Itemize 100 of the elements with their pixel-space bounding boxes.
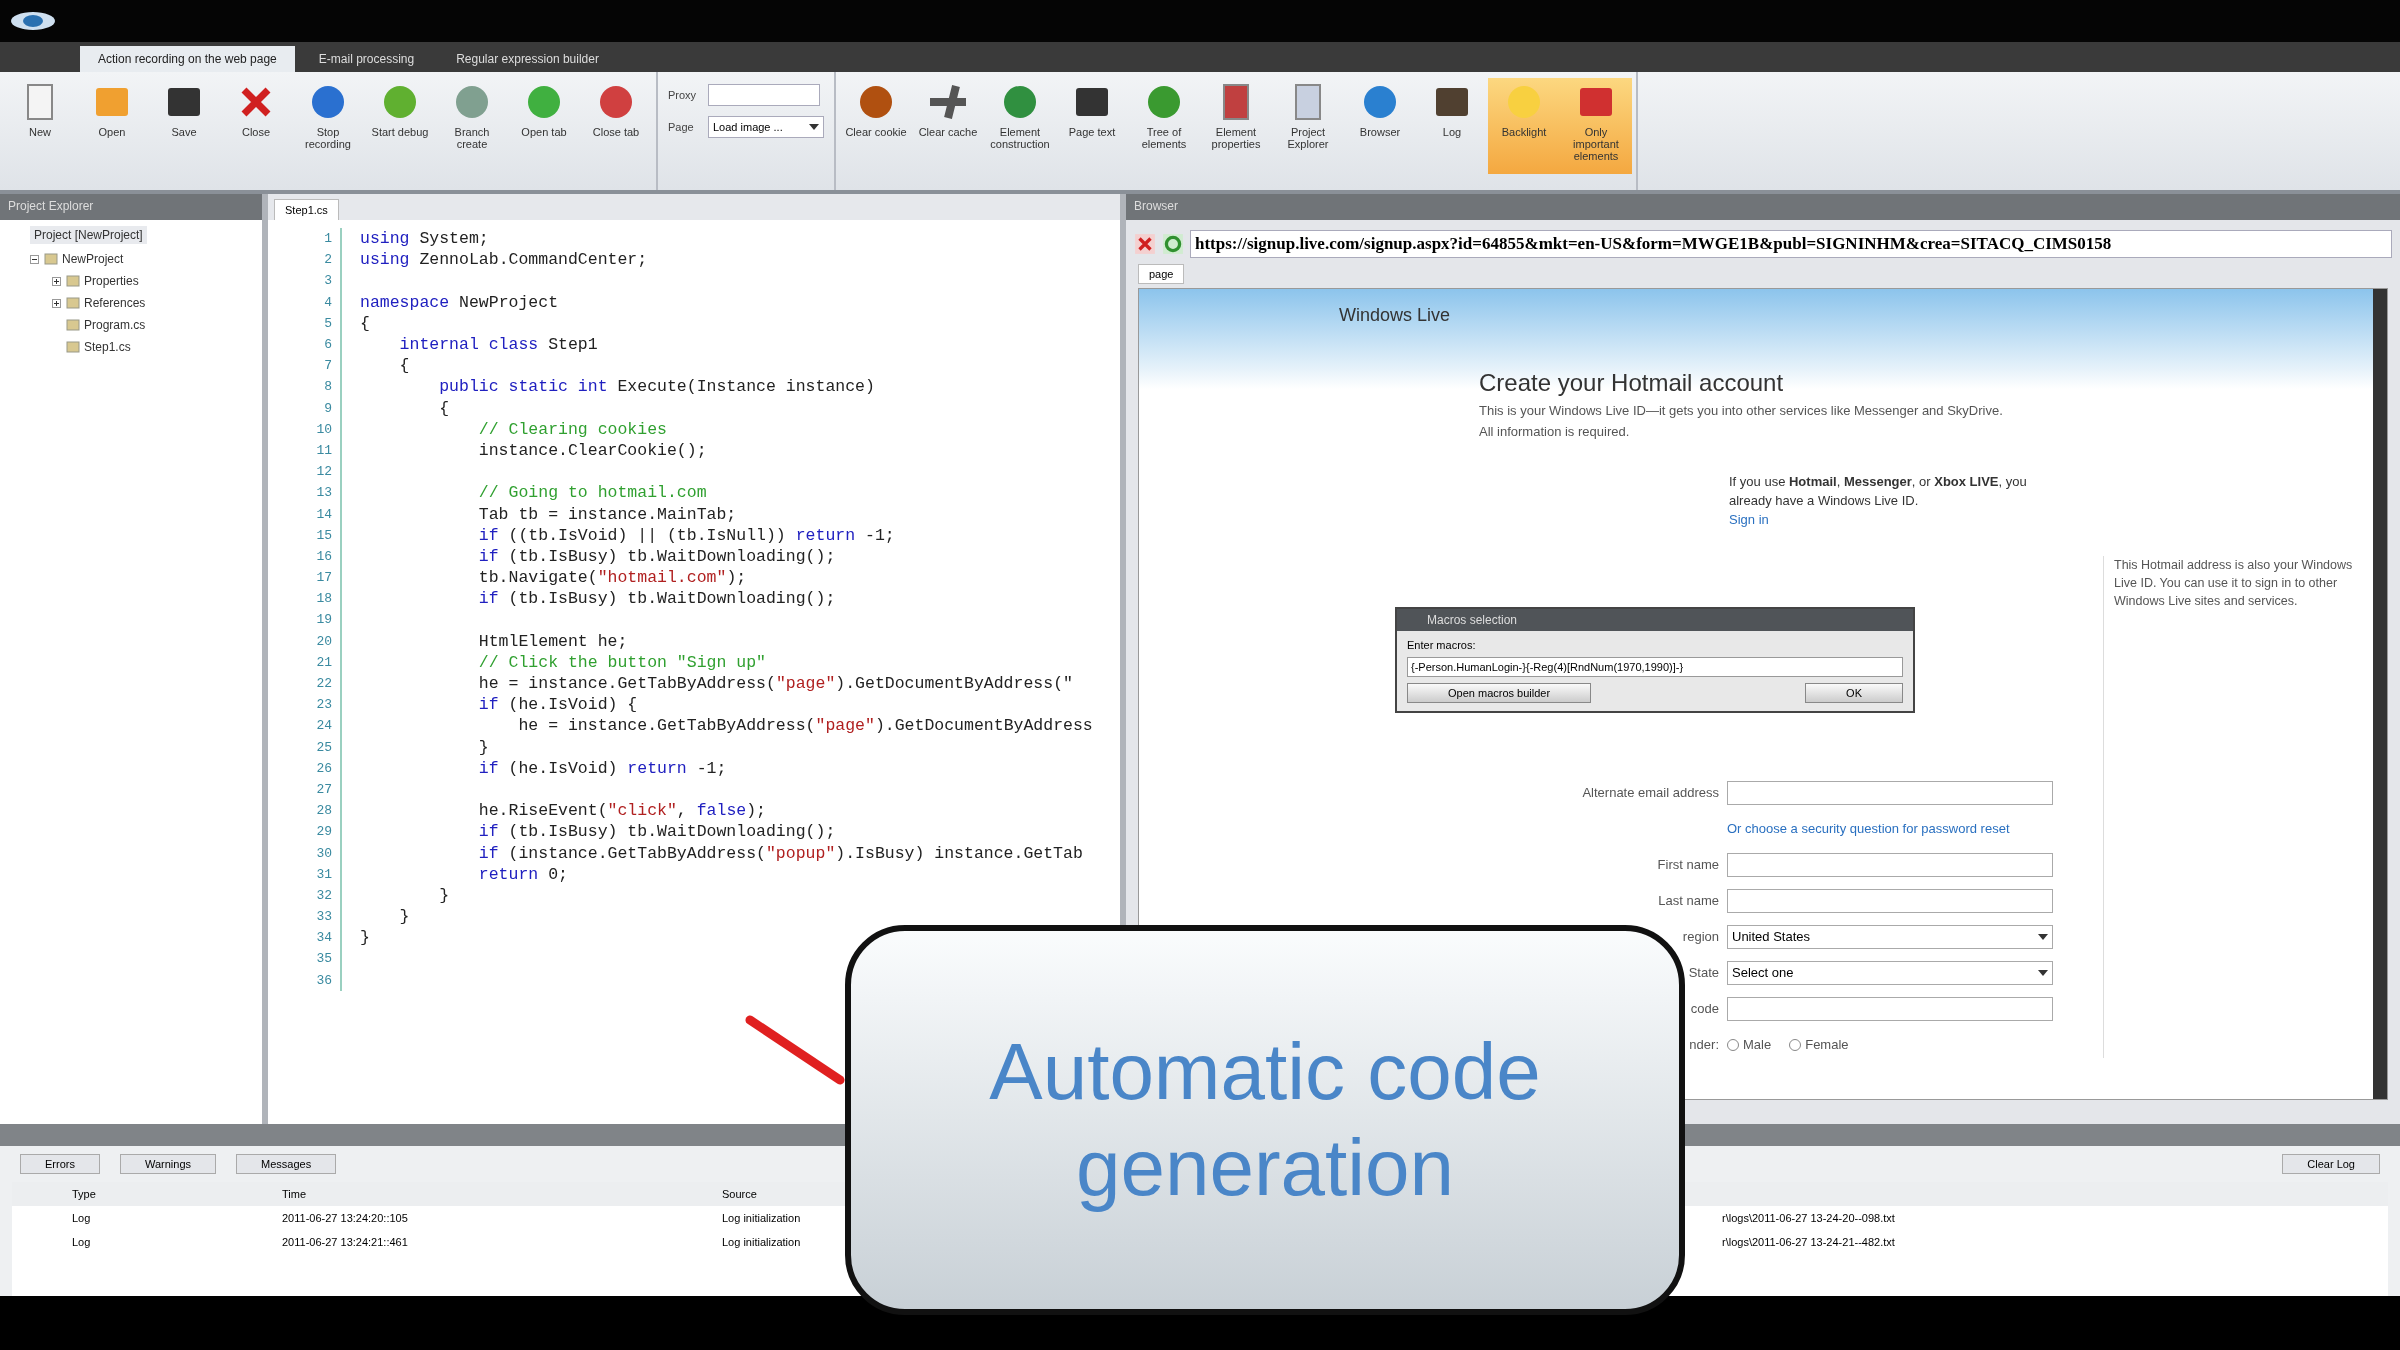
line-number: 36: [315, 972, 332, 988]
app-tab[interactable]: Action recording on the web page: [80, 46, 295, 72]
ribbon-button[interactable]: Element construction: [984, 78, 1056, 154]
scrollbar[interactable]: [2373, 289, 2387, 1099]
table-cell-text: 2011-06-27 13:24:20::105: [281, 1212, 409, 1224]
app-tab[interactable]: E-mail processing: [300, 46, 433, 72]
ribbon-button[interactable]: Element properties: [1200, 78, 1272, 154]
field-label: State: [1687, 965, 1719, 981]
proxy-field[interactable]: [708, 84, 820, 106]
ribbon-button[interactable]: Close tab: [580, 78, 652, 142]
line-number: 15: [315, 527, 332, 543]
input-field[interactable]: [1727, 852, 2053, 877]
tree-root[interactable]: Project [NewProject]: [30, 226, 147, 244]
code-line: }: [477, 737, 489, 757]
ribbon-button[interactable]: Start debug: [364, 78, 436, 142]
line-number: 17: [315, 570, 332, 586]
expand-icon[interactable]: [52, 298, 62, 308]
line-number: 7: [323, 358, 332, 374]
ribbon-button[interactable]: Browser: [1344, 78, 1416, 142]
ribbon-button[interactable]: Project Explorer: [1272, 78, 1344, 154]
code-line: public static int Execute(Instance instance): [438, 377, 875, 397]
ribbon-button[interactable]: Page text: [1056, 78, 1128, 142]
dialog-button[interactable]: Open macros builder: [1407, 683, 1592, 703]
code-line: he = instance.GetTabByAddress("page").GetDocumentByAddress(": [477, 674, 1073, 694]
ribbon-button[interactable]: Tree of elements: [1128, 78, 1200, 154]
ribbon-button[interactable]: Branch create: [436, 78, 508, 154]
table-cell: r\logs\2011-06-27 13-24-21--482.txt: [1722, 1236, 1895, 1248]
stop-icon[interactable]: [1134, 233, 1156, 255]
line-number: 16: [315, 548, 332, 564]
table-cell-text: 2011-06-27 13:24:21::461: [281, 1236, 409, 1248]
ribbon-button[interactable]: Clear cache: [912, 78, 984, 142]
ribbon-button[interactable]: Backlight: [1488, 78, 1560, 174]
input-field[interactable]: [1727, 888, 2053, 913]
panel-title: Browser: [1126, 194, 2400, 220]
table-cell-text: Log initialization: [721, 1212, 802, 1224]
line-number: 5: [323, 315, 332, 331]
expand-icon[interactable]: [52, 276, 62, 286]
filter-button[interactable]: Warnings: [119, 1154, 216, 1174]
line-number: 27: [315, 781, 332, 797]
file-icon: [66, 318, 80, 332]
brand-logo: Windows Live: [1339, 305, 1451, 325]
input-field[interactable]: [1727, 780, 2053, 805]
code-line: Tab tb = instance.MainTab;: [477, 504, 737, 524]
file-icon: [66, 340, 80, 354]
security-question-link[interactable]: Or choose a security question for password reset: [1727, 821, 2053, 837]
page-dropdown[interactable]: Load image ...: [708, 116, 824, 138]
ribbon-button[interactable]: Save: [148, 78, 220, 142]
radio-label: Male: [1743, 1037, 1772, 1053]
proxy-label: Proxy: [668, 89, 698, 101]
filter-button[interactable]: Errors: [20, 1154, 100, 1174]
dropdown[interactable]: Select one: [1727, 960, 2053, 985]
file-icon: [44, 252, 58, 266]
ribbon-button[interactable]: New: [4, 78, 76, 142]
input-field[interactable]: [1727, 996, 2053, 1021]
ribbon-button[interactable]: Only important elements: [1560, 78, 1632, 174]
ribbon-button[interactable]: Stop recording: [292, 78, 364, 154]
ribbon-button[interactable]: Open: [76, 78, 148, 142]
line-number: 9: [323, 400, 332, 416]
tree-item[interactable]: References: [84, 296, 146, 310]
radio-label: Female: [1805, 1037, 1849, 1053]
collapse-icon[interactable]: [30, 254, 40, 264]
ribbon-button[interactable]: Open tab: [508, 78, 580, 142]
account-text: If you use Hotmail, Messenger, or Xbox LIVE, you already have a Windows Live ID.: [1729, 473, 2028, 510]
line-number: 12: [315, 464, 332, 480]
line-number: 28: [315, 803, 332, 819]
ribbon-button[interactable]: Clear cookie: [840, 78, 912, 142]
line-number: 4: [323, 294, 332, 310]
address-field[interactable]: https://signup.live.com/signup.aspx?id=64855&mkt=en-US&form=MWGE1B&publ=SIGNINHM&crea=SITACQ_CIMS0158: [1190, 230, 2392, 258]
intro-text: This is your Windows Live ID—it gets you into other services like Messenger and SkyDrive.: [1479, 403, 2004, 418]
tree-item[interactable]: Program.cs: [84, 318, 146, 332]
field-label: code: [1689, 1001, 1719, 1017]
ribbon-button[interactable]: Close: [220, 78, 292, 142]
line-number: 31: [315, 866, 332, 882]
code-line: HtmlElement he;: [477, 631, 628, 651]
line-number: 3: [323, 273, 332, 289]
code-line: if (tb.IsBusy) tb.WaitDownloading();: [477, 822, 836, 842]
file-icon: [66, 296, 80, 310]
code-line: instance.ClearCookie();: [477, 440, 707, 460]
code-line: tb.Navigate("hotmail.com");: [477, 568, 747, 588]
code-line: }: [360, 928, 370, 948]
dialog-button[interactable]: OK: [1805, 683, 1903, 703]
macros-field[interactable]: {-Person.HumanLogin-}{-Reg(4)[RndNum(1970,1990)]-}: [1407, 657, 1903, 677]
sign-in-link[interactable]: Sign in: [1729, 511, 1769, 527]
tree-item[interactable]: NewProject: [62, 252, 124, 266]
code-line: namespace NewProject: [360, 292, 559, 312]
code-line: if (he.IsVoid) return -1;: [477, 758, 727, 778]
ribbon-button[interactable]: Log: [1416, 78, 1488, 142]
app-tab[interactable]: Regular expression builder: [438, 46, 617, 72]
filter-button[interactable]: Messages: [236, 1154, 337, 1174]
browser-tab[interactable]: page: [1138, 264, 1185, 284]
line-number: 22: [315, 676, 332, 692]
note-text: All information is required.: [1479, 424, 1631, 439]
line-number: 6: [323, 337, 332, 353]
dropdown[interactable]: United States: [1727, 924, 2053, 949]
field-label: region: [1681, 929, 1719, 945]
tree-item[interactable]: Step1.cs: [84, 340, 131, 354]
clear-log-button[interactable]: Clear Log: [2282, 1154, 2380, 1174]
code-line: return 0;: [477, 864, 568, 884]
file-tab[interactable]: Step1.cs: [274, 199, 339, 220]
tree-item[interactable]: Properties: [84, 274, 139, 288]
